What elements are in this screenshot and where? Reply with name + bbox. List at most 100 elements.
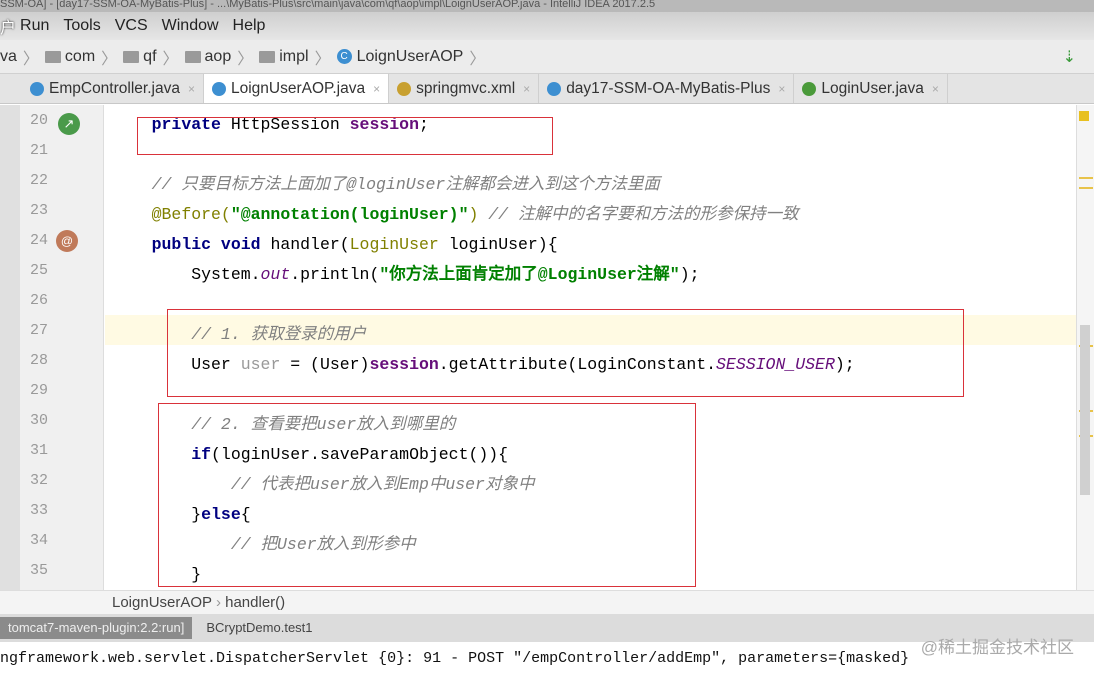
line-number: 28: [29, 352, 48, 369]
close-icon[interactable]: ×: [932, 82, 939, 96]
crumb-impl[interactable]: impl 〉: [259, 45, 331, 69]
code-token: System.: [112, 265, 261, 284]
crumb-java[interactable]: va 〉: [0, 45, 39, 69]
line-number: 34: [29, 532, 48, 549]
folder-icon: [259, 50, 276, 63]
tab-empcontroller-java[interactable]: EmpController.java ×: [22, 74, 204, 103]
crumb-class[interactable]: LoignUserAOP: [112, 594, 212, 611]
annotation-box: [158, 403, 696, 587]
tab-label: LoginUser.java: [821, 79, 924, 97]
tab-loginuser-java[interactable]: LoginUser.java ×: [794, 74, 948, 103]
implementing-method-icon[interactable]: ↗: [58, 113, 80, 135]
annotation-box: [167, 309, 964, 397]
line-number: 35: [29, 562, 48, 579]
line-number: 24: [29, 232, 48, 249]
subtitle-char: 户: [0, 20, 17, 37]
tab-springmvc-xml[interactable]: springmvc.xml ×: [389, 74, 540, 103]
crumb-label: va: [0, 47, 17, 65]
side-panel-strip: [0, 105, 20, 590]
crumb-com[interactable]: com 〉: [44, 45, 117, 69]
folder-icon: [123, 50, 140, 63]
crumb-label: LoignUserAOP: [356, 47, 464, 65]
code-line[interactable]: public void handler(LoginUser loginUser)…: [112, 230, 558, 260]
file-icon: [397, 81, 412, 96]
crumb-label: qf: [143, 47, 157, 65]
tab-label: EmpController.java: [49, 79, 180, 97]
line-number: 25: [29, 262, 48, 279]
crumb-aop[interactable]: aop 〉: [184, 45, 253, 69]
menu-vcs[interactable]: VCS: [115, 17, 148, 35]
line-number: 27: [29, 322, 48, 339]
code-token: handler(: [270, 235, 350, 254]
file-icon: [547, 81, 562, 96]
close-icon[interactable]: ×: [188, 82, 195, 96]
menu-window[interactable]: Window: [162, 17, 219, 35]
crumb-label: aop: [204, 47, 232, 65]
line-number: 23: [29, 202, 48, 219]
line-number: 21: [29, 142, 48, 159]
line-number: 33: [29, 502, 48, 519]
editor-breadcrumb: LoignUserAOP › handler(): [0, 590, 1094, 614]
file-icon: [30, 81, 44, 96]
crumb-class[interactable]: C LoignUserAOP 〉: [336, 45, 485, 69]
code-token: "@annotation(loginUser)": [230, 205, 469, 224]
code-token: out: [260, 265, 291, 284]
folder-icon: [44, 50, 61, 63]
close-icon[interactable]: ×: [373, 82, 380, 96]
file-icon: [802, 81, 817, 96]
file-icon: [211, 81, 226, 96]
menu-bar: 户 Run Tools VCS Window Help: [0, 12, 1094, 40]
run-tab-bcrypt[interactable]: BCryptDemo.test1: [198, 617, 320, 639]
code-token: // 只要目标方法上面加了@loginUser注解都会进入到这个方法里面: [151, 175, 660, 194]
crumb-method[interactable]: handler(): [225, 594, 285, 611]
code-token: @Before(: [151, 205, 231, 224]
code-token: loginUser){: [448, 235, 558, 254]
line-number: 29: [29, 382, 48, 399]
code-token: public void: [151, 235, 271, 254]
line-number: 20: [29, 112, 48, 129]
line-number: 31: [29, 442, 48, 459]
code-token: // 注解中的名字要和方法的形参保持一致: [488, 205, 799, 224]
close-icon[interactable]: ×: [523, 82, 530, 96]
editor-scrollbar[interactable]: [1076, 105, 1094, 590]
crumb-label: impl: [279, 47, 309, 65]
scroll-thumb[interactable]: [1080, 325, 1090, 495]
crumb-qf[interactable]: qf 〉: [123, 45, 179, 69]
advice-icon[interactable]: @: [56, 230, 78, 252]
code-token: );: [679, 265, 700, 284]
crumb-label: com: [64, 47, 96, 65]
annotation-box: [137, 117, 553, 155]
code-token: "你方法上面肯定加了@LoginUser注解": [379, 265, 680, 284]
tab-label: day17-SSM-OA-MyBatis-Plus: [566, 79, 771, 97]
editor-tabs: EmpController.java × LoignUserAOP.java × spr…: [0, 74, 1094, 104]
tab-day17-ssm-oa-mybatis-plus[interactable]: day17-SSM-OA-MyBatis-Plus ×: [539, 74, 795, 103]
run-tab-tomcat[interactable]: tomcat7-maven-plugin:2.2:run]: [0, 617, 193, 639]
line-number: 32: [29, 472, 48, 489]
window-title: SSM-OA] - [day17-SSM-OA-MyBatis-Plus] - …: [0, 0, 1094, 12]
line-number: 22: [29, 172, 48, 189]
class-icon: C: [336, 49, 352, 64]
code-token: ): [468, 205, 489, 224]
close-icon[interactable]: ×: [778, 82, 785, 96]
code-token: .println(: [290, 265, 380, 284]
navigation-breadcrumb: va 〉 com 〉 qf 〉 aop 〉 impl 〉 C LoignUserAOP 〉 ⇣: [0, 40, 1094, 74]
warning-indicator: [1079, 111, 1089, 121]
line-number: 30: [29, 412, 48, 429]
menu-run[interactable]: Run: [20, 17, 49, 35]
code-token: LoginUser: [349, 235, 449, 254]
code-line[interactable]: @Before("@annotation(loginUser)") // 注解中…: [112, 200, 799, 230]
tab-label: LoignUserAOP.java: [230, 79, 366, 97]
tab-loignuseraop-java[interactable]: LoignUserAOP.java ×: [203, 74, 390, 103]
tab-label: springmvc.xml: [416, 79, 516, 97]
line-number: 26: [29, 292, 48, 309]
code-line[interactable]: System.out.println("你方法上面肯定加了@LoginUser注…: [112, 260, 700, 290]
menu-help[interactable]: Help: [233, 17, 266, 35]
folder-icon: [184, 50, 201, 63]
menu-tools[interactable]: Tools: [63, 17, 100, 35]
watermark: @稀土掘金技术社区: [920, 638, 1074, 657]
code-line[interactable]: // 只要目标方法上面加了@loginUser注解都会进入到这个方法里面: [112, 170, 660, 200]
sort-icon[interactable]: ⇣: [1063, 47, 1076, 67]
